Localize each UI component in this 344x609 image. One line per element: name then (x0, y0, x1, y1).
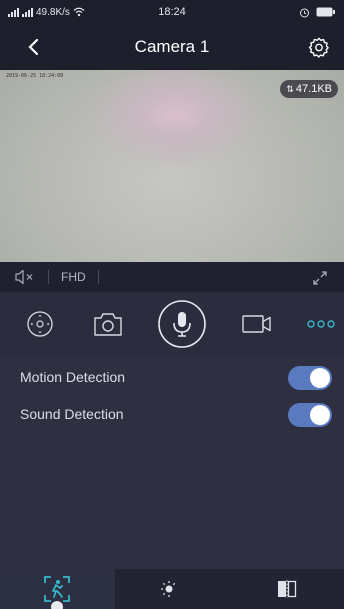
more-dots-icon (307, 320, 335, 328)
back-button[interactable] (18, 32, 48, 62)
speaker-muted-icon (15, 269, 33, 285)
more-button[interactable] (298, 292, 344, 356)
expand-icon (313, 271, 327, 285)
transfer-arrows-icon: ⇅ (286, 83, 294, 94)
snapshot-button[interactable] (82, 292, 134, 356)
chevron-left-icon (28, 38, 39, 56)
bitrate-value: 47.1KB (295, 83, 332, 95)
signal-icon-2 (22, 7, 33, 17)
motion-detection-toggle[interactable] (288, 366, 332, 390)
battery-icon (316, 7, 335, 17)
video-toolbar: FHD (0, 262, 344, 292)
status-bar: 49.8K/s 18:24 (0, 0, 344, 24)
network-speed: 49.8K/s (36, 6, 70, 18)
sun-moon-icon (161, 581, 184, 597)
microphone-icon (158, 300, 206, 348)
record-button[interactable] (230, 292, 284, 356)
detection-settings-panel: Motion Detection Sound Detection (0, 356, 344, 569)
alarm-icon (300, 8, 309, 17)
fullscreen-button[interactable] (310, 268, 330, 288)
sound-detection-label: Sound Detection (20, 406, 124, 422)
sound-detection-toggle[interactable] (288, 403, 332, 427)
video-timestamp-overlay: 2019-06-25 18:24:09 (6, 73, 64, 79)
tab-motion[interactable] (0, 569, 115, 609)
motion-detection-label: Motion Detection (20, 369, 126, 385)
sound-detection-row: Sound Detection (0, 395, 344, 433)
bitrate-badge: ⇅ 47.1KB (280, 80, 338, 98)
title-bar: Camera 1 (0, 24, 344, 70)
signal-icon (8, 7, 19, 17)
toggle-knob (310, 368, 330, 388)
divider (48, 270, 49, 284)
settings-button[interactable] (304, 32, 334, 62)
active-indicator-dot (51, 601, 64, 609)
tab-door[interactable] (229, 569, 344, 609)
status-right (299, 7, 336, 18)
mute-button[interactable] (14, 262, 36, 292)
camera-live-video[interactable]: 2019-06-25 18:24:09 ⇅ 47.1KB (0, 70, 344, 262)
divider (97, 270, 99, 284)
gear-icon (308, 37, 329, 58)
camera-icon (94, 313, 122, 336)
quality-selector[interactable]: FHD (61, 270, 86, 284)
motion-person-icon (44, 576, 71, 602)
ptz-direction-icon (27, 311, 53, 337)
door-icon (277, 580, 296, 598)
toggle-knob (310, 405, 330, 425)
ptz-button[interactable] (14, 292, 66, 356)
video-camera-icon (242, 315, 271, 333)
control-bar (0, 292, 344, 356)
motion-detection-row: Motion Detection (0, 358, 344, 396)
bottom-nav (0, 569, 344, 609)
tab-night-vision[interactable] (115, 569, 230, 609)
talk-button[interactable] (156, 292, 208, 356)
wifi-icon (73, 7, 85, 17)
status-left: 49.8K/s (8, 7, 299, 18)
page-title: Camera 1 (134, 37, 210, 56)
